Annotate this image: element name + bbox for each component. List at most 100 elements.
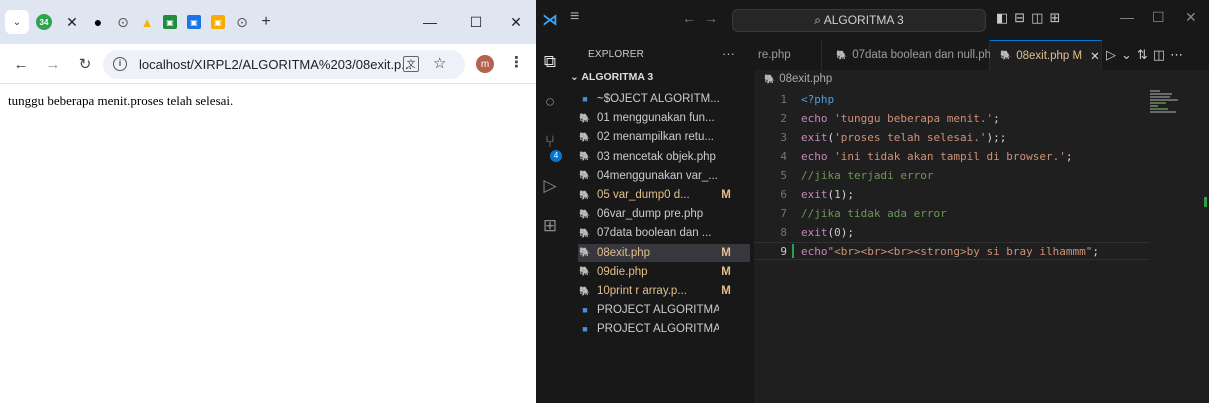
tab-07data[interactable]: 🐘 07data boolean dan null.php — [822, 40, 997, 70]
code-token: exit — [801, 225, 828, 239]
file-item[interactable]: 🐘 04menggunakan var_... — [578, 167, 750, 185]
code-line[interactable]: 9 echo "<br><br><br><strong>by si bray ilh… — [754, 242, 1150, 260]
file-item[interactable]: 🐘 07data boolean dan ... — [578, 224, 750, 242]
source-control-badge: 4 — [550, 150, 562, 162]
file-item[interactable]: ■ ~$OJECT ALGORITM... — [578, 90, 750, 108]
more-actions-icon[interactable]: ··· — [722, 46, 735, 61]
menu-hamburger-icon[interactable]: ≡ — [570, 8, 579, 26]
globe-icon[interactable]: ⊙ — [113, 12, 133, 32]
code-token: ; — [1092, 244, 1100, 258]
file-name: 02 menampilkan retu... — [597, 131, 714, 144]
maximize-button[interactable]: ☐ — [462, 10, 490, 34]
tab-search-chevron-icon[interactable]: ⌄ — [5, 10, 29, 34]
search-icon[interactable]: ○ — [540, 92, 560, 112]
explorer-title: EXPLORER — [588, 49, 645, 60]
reload-icon[interactable]: ↻ — [74, 53, 96, 75]
code-line[interactable]: 6 exit(1); — [754, 185, 1154, 203]
layout-controls-icon[interactable]: ◧⊟◫⊞ — [996, 10, 1066, 26]
classroom-icon[interactable]: ▣ — [184, 12, 204, 32]
back-arrow-icon[interactable]: ← — [10, 53, 32, 75]
folder-header[interactable]: ⌄ ALGORITMA 3 — [570, 71, 653, 83]
navigation-arrows-icon[interactable]: ←→ — [682, 10, 726, 26]
word-file-icon: ■ — [582, 324, 588, 335]
line-number: 7 — [780, 206, 787, 220]
explorer-files-icon[interactable]: ⧉ — [540, 52, 560, 72]
activity-bar: ⧉ ○ ⑂ 4 ▷ ⊞ — [536, 40, 564, 403]
file-item[interactable]: 🐘 03 mencetak objek.php — [578, 148, 750, 166]
code-line[interactable]: 4 echo 'ini tidak akan tampil di browser.… — [754, 147, 1154, 165]
maximize-button[interactable]: ☐ — [1152, 9, 1165, 26]
title-bar: ⋊ ≡ ←→ ⌕ ALGORITMA 3 ◧⊟◫⊞ — ☐ ✕ — [536, 0, 1209, 40]
line-number: 9 — [780, 244, 787, 258]
file-item[interactable]: 🐘 09die.php M — [578, 263, 750, 281]
file-item[interactable]: 🐘 06var_dump pre.php — [578, 205, 750, 223]
profile-avatar[interactable]: m — [476, 55, 494, 73]
code-token: ( — [827, 130, 835, 144]
minimize-button[interactable]: — — [1120, 9, 1134, 25]
git-status: M — [721, 189, 731, 201]
run-debug-icon[interactable]: ▷ — [540, 176, 560, 196]
file-item[interactable]: 🐘 10print r array.p... M — [578, 282, 750, 300]
code-line[interactable]: 1 <?php — [754, 90, 1154, 108]
tab-partial[interactable]: re.php — [754, 40, 822, 70]
code-line[interactable]: 7 //jika tidak ada error — [754, 204, 1154, 222]
kebab-menu-icon[interactable]: ⋮ — [509, 53, 524, 71]
github-icon[interactable]: ● — [88, 12, 108, 32]
code-token: 'ini tidak akan tampil di browser.' — [834, 149, 1066, 163]
code-token: 1 — [834, 187, 841, 201]
php-file-icon: 🐘 — [579, 285, 591, 296]
file-item[interactable]: ■ PROJECT ALGORITMA... — [578, 301, 750, 319]
file-name: 03 mencetak objek.php — [597, 150, 716, 163]
scrollbar-change-marker — [1204, 197, 1207, 207]
code-editor[interactable]: 1 <?php 2 echo 'tunggu beberapa menit.'; 3 ex… — [754, 88, 1209, 403]
close-tab-icon[interactable]: ✕ — [1090, 49, 1100, 63]
code-token: echo — [801, 244, 828, 258]
editor-tab-bar: re.php 🐘 07data boolean dan null.php 🐘 08e… — [754, 40, 1209, 70]
command-center-label: ALGORITMA 3 — [823, 13, 904, 27]
php-file-icon: 🐘 — [579, 151, 591, 162]
url-text[interactable]: localhost/XIRPL2/ALGORITMA%203/08exit.p.… — [139, 57, 412, 72]
file-item[interactable]: 🐘 05 var_dump0 d... M — [578, 186, 750, 204]
code-token: );; — [986, 130, 1007, 144]
file-item[interactable]: ■ PROJECT ALGORITMA... — [578, 320, 750, 338]
classroom-icon[interactable]: ▣ — [208, 12, 228, 32]
code-line[interactable]: 3 exit('proses telah selesai.');; — [754, 128, 1154, 146]
file-name: 06var_dump pre.php — [597, 208, 704, 221]
minimize-button[interactable]: — — [416, 10, 444, 34]
code-token: exit — [801, 130, 828, 144]
breadcrumb[interactable]: 🐘 08exit.php — [754, 70, 832, 88]
extensions-icon[interactable]: ⊞ — [540, 216, 560, 236]
vscode-window: ⋊ ≡ ←→ ⌕ ALGORITMA 3 ◧⊟◫⊞ — ☐ ✕ ⧉ ○ ⑂ 4 … — [536, 0, 1209, 403]
line-number: 8 — [780, 225, 787, 239]
file-item[interactable]: 🐘 02 menampilkan retu... — [578, 128, 750, 146]
forward-arrow-icon[interactable]: → — [42, 53, 64, 75]
line-number: 3 — [780, 130, 787, 144]
code-line[interactable]: 5 //jika terjadi error — [754, 166, 1154, 184]
source-control-icon[interactable]: ⑂ — [540, 132, 560, 152]
browser-toolbar: ← → ↻ i localhost/XIRPL2/ALGORITMA%203/0… — [0, 44, 536, 84]
classroom-icon[interactable]: ▣ — [160, 12, 180, 32]
drive-icon[interactable]: ▲ — [137, 12, 157, 32]
php-file-icon: 🐘 — [579, 189, 591, 200]
code-line[interactable]: 8 exit(0); — [754, 223, 1154, 241]
site-info-icon[interactable]: i — [113, 57, 127, 71]
globe-icon[interactable]: ⊙ — [232, 12, 252, 32]
address-bar[interactable]: i localhost/XIRPL2/ALGORITMA%203/08exit.… — [103, 50, 465, 79]
translate-icon[interactable]: 文 — [403, 56, 419, 72]
code-token: exit — [801, 187, 828, 201]
command-center[interactable]: ⌕ ALGORITMA 3 — [732, 9, 986, 32]
tab-08exit[interactable]: 🐘 08exit.php M ✕ — [990, 40, 1102, 70]
file-item[interactable]: 🐘 01 menggunakan fun... — [578, 109, 750, 127]
file-item[interactable]: 🐘 08exit.php M — [578, 243, 750, 262]
editor-actions-icon[interactable]: ▷⌄⇅◫⋯ — [1106, 47, 1188, 63]
active-tab-favicon[interactable]: 34 — [33, 10, 55, 34]
new-tab-button[interactable]: + — [256, 12, 276, 32]
bookmark-star-icon[interactable]: ☆ — [433, 54, 446, 72]
word-file-icon: ■ — [582, 94, 588, 104]
minimap[interactable] — [1150, 90, 1180, 114]
close-tab-icon[interactable]: ✕ — [60, 10, 84, 34]
tab-strip: ⌄ 34 ✕ ● ⊙ ▲ ▣ ▣ ▣ ⊙ + — ☐ ✕ — [0, 0, 536, 44]
close-window-button[interactable]: ✕ — [1185, 9, 1197, 26]
code-line[interactable]: 2 echo 'tunggu beberapa menit.'; — [754, 109, 1154, 127]
close-window-button[interactable]: ✕ — [502, 10, 530, 34]
